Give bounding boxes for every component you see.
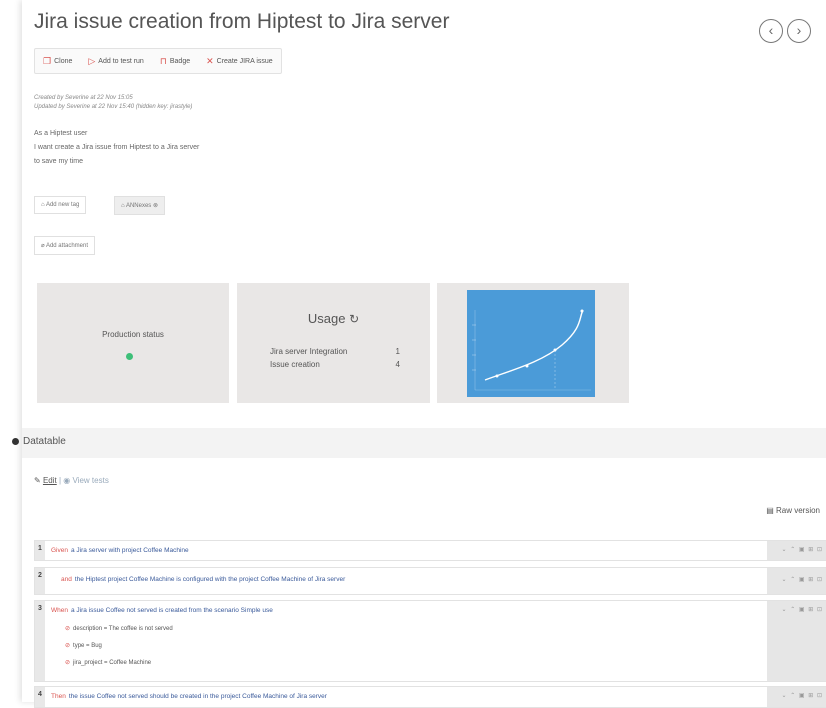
- step-content: and the Hiptest project Coffee Machine is…: [61, 576, 345, 583]
- step-text: the issue Coffee not served should be cr…: [68, 693, 327, 700]
- chevron-left-icon[interactable]: ‹: [759, 19, 783, 43]
- tag-chip-icon: ⌂: [121, 203, 125, 209]
- production-status-card: Production status: [37, 283, 229, 403]
- step-text: a Jira issue Coffee not served is create…: [70, 607, 273, 614]
- step-content: Then the issue Coffee not served should b…: [51, 693, 327, 700]
- step-number: 2: [35, 568, 45, 594]
- toolbar: ❐ Clone ▷ Add to test run ⊓ Badge ✕ Crea…: [34, 48, 282, 74]
- step-keyword: When: [51, 607, 68, 614]
- description-line-1: As a Hiptest user: [34, 130, 88, 137]
- parameter-icon: ⊘: [65, 660, 71, 666]
- step-actions[interactable]: ⌄ ⌃ ▣ ⊞ ⊡: [782, 546, 823, 553]
- datatable-header[interactable]: Datatable: [12, 436, 66, 447]
- tag-icon: ⌂: [41, 202, 45, 208]
- scenario-step[interactable]: 4 Then the issue Coffee not served should…: [34, 686, 826, 708]
- view-tests-link[interactable]: | ◉ View tests: [59, 476, 109, 485]
- updated-meta: Updated by Severine at 22 Nov 15:40 (hid…: [34, 104, 193, 110]
- parameter-icon: ⊘: [65, 626, 71, 632]
- scenario-step[interactable]: 2 and the Hiptest project Coffee Machine …: [34, 567, 826, 595]
- step-actions-panel: [767, 601, 826, 681]
- create-jira-label: Create JIRA issue: [216, 57, 273, 65]
- jira-icon: ✕: [206, 55, 214, 66]
- create-jira-issue-button[interactable]: ✕ Create JIRA issue: [198, 49, 281, 73]
- production-status-label: Production status: [102, 330, 164, 339]
- add-tag-button[interactable]: ⌂ Add new tag: [34, 196, 87, 214]
- step-keyword: Given: [51, 547, 68, 554]
- usage-title-label: Usage: [307, 311, 346, 326]
- usage-chart: [467, 290, 595, 397]
- datatable-title: Datatable: [23, 436, 66, 447]
- step-number: 1: [35, 541, 45, 560]
- eye-icon: ◉: [63, 476, 71, 485]
- step-text: a Jira server with project Coffee Machin…: [70, 547, 189, 554]
- step-actions[interactable]: ⌄ ⌃ ▣ ⊞ ⊡: [782, 606, 823, 613]
- clone-button[interactable]: ❐ Clone: [35, 49, 80, 73]
- parameter-text: description = The coffee is not served: [73, 626, 173, 632]
- play-icon: ▷: [88, 55, 96, 66]
- usage-card: Usage ↻ Jira server Integration 1 Issue …: [237, 283, 430, 403]
- created-meta: Created by Severine at 22 Nov 15:05: [34, 95, 133, 101]
- usage-row-1-value: 1: [395, 347, 400, 356]
- badge-icon: ⊓: [159, 55, 167, 66]
- status-indicator: [126, 353, 133, 360]
- datatable-section-bar: [22, 428, 826, 458]
- pencil-icon: ✎: [34, 476, 41, 485]
- add-tag-label: Add new tag: [45, 202, 80, 208]
- step-text: the Hiptest project Coffee Machine is co…: [74, 576, 346, 583]
- step-content: Given a Jira server with project Coffee M…: [51, 547, 189, 554]
- raw-version-button[interactable]: ▤ Raw version: [766, 506, 820, 515]
- chart-card: [437, 283, 629, 403]
- add-attachment-label: Add attachment: [45, 243, 88, 249]
- step-parameter: ⊘ jira_project = Coffee Machine: [65, 659, 151, 666]
- step-number: 3: [35, 601, 45, 681]
- step-actions[interactable]: ⌄ ⌃ ▣ ⊞ ⊡: [782, 692, 823, 699]
- step-number: 4: [35, 687, 45, 707]
- scenario-step[interactable]: 1 Given a Jira server with project Coffee…: [34, 540, 826, 561]
- usage-row-1: Jira server Integration 1: [270, 347, 400, 356]
- step-parameter: ⊘ description = The coffee is not served: [65, 625, 173, 632]
- step-content: When a Jira issue Coffee not served is cr…: [51, 607, 273, 614]
- step-keyword: and: [61, 576, 72, 583]
- scenario-step[interactable]: 3 When a Jira issue Coffee not served is …: [34, 600, 826, 682]
- usage-row-2-label: Issue creation: [270, 360, 320, 369]
- chart-points: [495, 309, 584, 378]
- add-attachment-button[interactable]: ⌀ Add attachment: [34, 236, 95, 255]
- step-actions[interactable]: ⌄ ⌃ ▣ ⊞ ⊡: [782, 576, 823, 583]
- parameter-icon: ⊘: [65, 643, 71, 649]
- badge-label: Badge: [169, 57, 191, 65]
- add-to-test-run-label: Add to test run: [98, 57, 144, 65]
- page-title: Jira issue creation from Hiptest to Jira…: [34, 10, 450, 33]
- paperclip-icon: ⌀: [41, 243, 45, 249]
- step-keyword: Then: [51, 693, 66, 700]
- usage-chart-svg: [472, 309, 591, 391]
- add-to-test-run-button[interactable]: ▷ Add to test run: [80, 49, 151, 73]
- chevron-right-icon[interactable]: ›: [787, 19, 811, 43]
- refresh-icon[interactable]: ↻: [349, 312, 359, 326]
- usage-row-2-value: 4: [395, 360, 400, 369]
- tag-chip[interactable]: ⌂ ANNexes ⊗: [114, 196, 166, 215]
- edit-toolbar: ✎ Edit | ◉ View tests: [34, 476, 109, 485]
- collapse-icon: [12, 438, 19, 445]
- badge-button[interactable]: ⊓ Badge: [152, 49, 198, 73]
- raw-version-label: Raw version: [775, 506, 820, 515]
- step-parameter: ⊘ type = Bug: [65, 642, 102, 649]
- clone-label: Clone: [54, 57, 73, 65]
- chart-line: [484, 309, 584, 381]
- usage-row-1-label: Jira server Integration: [270, 347, 348, 356]
- description-line-2: I want create a Jira issue from Hiptest …: [34, 144, 200, 151]
- description-line-3: to save my time: [34, 158, 84, 165]
- view-tests-label: View tests: [72, 476, 109, 485]
- document-icon: ▤: [766, 506, 774, 515]
- clone-icon: ❐: [43, 55, 52, 66]
- parameter-text: jira_project = Coffee Machine: [73, 660, 152, 666]
- parameter-text: type = Bug: [73, 643, 102, 649]
- usage-title: Usage ↻: [237, 311, 430, 326]
- tag-chip-label: ANNexes ⊗: [125, 203, 159, 209]
- edit-link[interactable]: Edit: [43, 476, 57, 485]
- main-panel: Jira issue creation from Hiptest to Jira…: [12, 0, 826, 708]
- usage-row-2: Issue creation 4: [270, 360, 400, 369]
